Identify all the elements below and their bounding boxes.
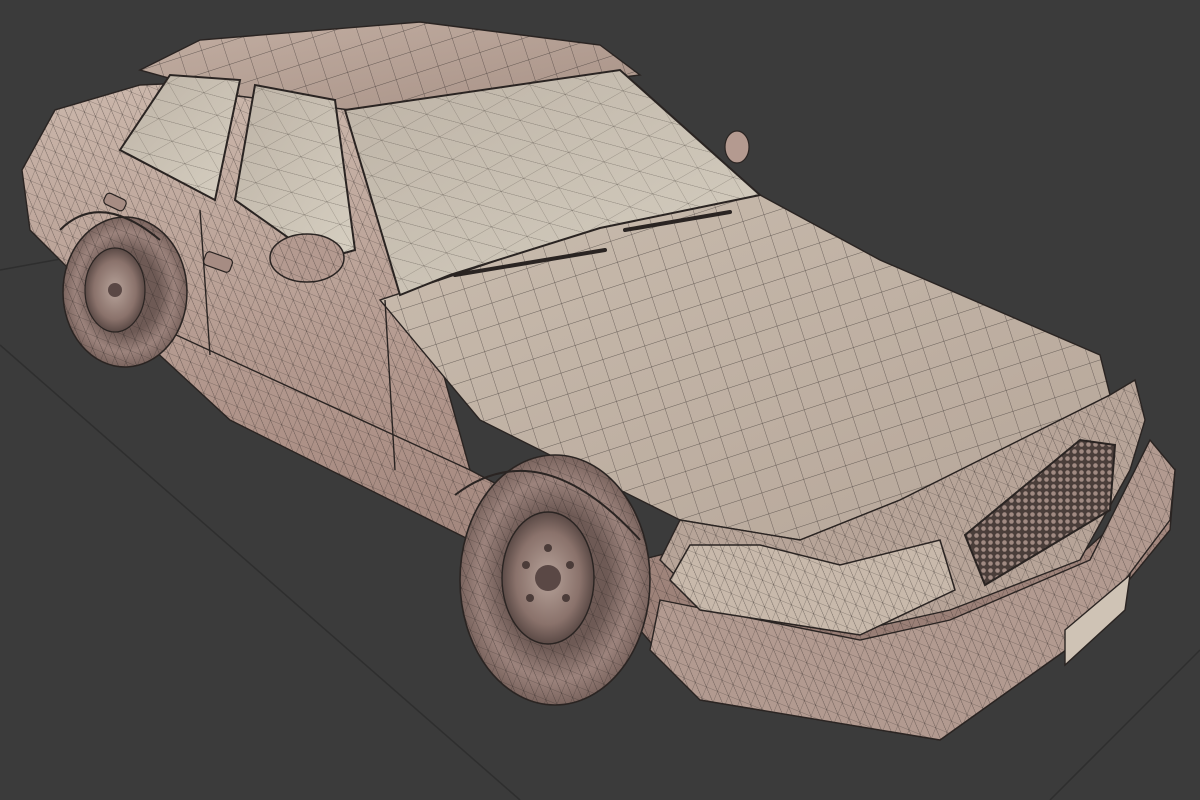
rear-wheel xyxy=(62,216,188,368)
car-model-render[interactable] xyxy=(0,0,1200,800)
front-wheel xyxy=(459,454,651,706)
side-mirror-right xyxy=(724,130,750,164)
3d-viewport[interactable] xyxy=(0,0,1200,800)
